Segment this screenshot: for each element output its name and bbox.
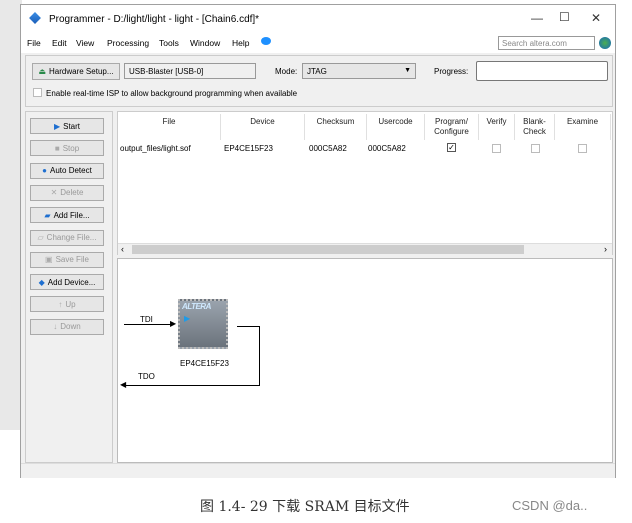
add-device-icon: ◆ bbox=[38, 277, 45, 287]
globe-icon[interactable] bbox=[599, 37, 611, 49]
isp-checkbox[interactable] bbox=[33, 88, 42, 97]
play-icon: ▶ bbox=[184, 314, 191, 323]
verify-checkbox[interactable] bbox=[492, 144, 501, 153]
status-bar bbox=[21, 463, 615, 478]
hardware-setup-button[interactable]: ⏏ Hardware Setup... bbox=[32, 63, 120, 80]
scroll-right-icon[interactable]: › bbox=[604, 244, 607, 254]
column-checksum: Checksum bbox=[305, 114, 367, 140]
up-icon: ↑ bbox=[58, 299, 63, 309]
window-title: Programmer - D:/light/light - light - [C… bbox=[49, 14, 260, 25]
background-window-strip bbox=[0, 0, 22, 430]
start-button[interactable]: ▶ Start bbox=[30, 118, 104, 134]
chevron-down-icon: ▼ bbox=[404, 67, 411, 74]
close-button[interactable]: ✕ bbox=[591, 11, 601, 25]
tdo-label: TDO bbox=[138, 372, 155, 381]
search-input[interactable]: Search altera.com bbox=[498, 36, 595, 50]
down-button[interactable]: ↓ Down bbox=[30, 318, 104, 335]
column-file: File bbox=[118, 114, 221, 140]
add-file-icon: ▰ bbox=[44, 210, 51, 220]
chain-diagram: TDI ▶ ALTERA ▶ EP4CE15F23 ◀ TDO bbox=[117, 258, 613, 463]
column-device: Device bbox=[221, 114, 305, 140]
hardware-toolbar: ⏏ Hardware Setup... USB-Blaster [USB-0] M… bbox=[25, 55, 613, 107]
cell-file: output_files/light.sof bbox=[120, 144, 191, 153]
auto-detect-button[interactable]: ● Auto Detect bbox=[30, 162, 104, 179]
isp-label: Enable real-time ISP to allow background… bbox=[46, 89, 298, 98]
figure-caption: 图 1.4- 29 下载 SRAM 目标文件 bbox=[200, 499, 410, 515]
device-table: File Device Checksum Usercode Program/ C… bbox=[117, 111, 613, 255]
stop-button[interactable]: ■ Stop bbox=[30, 140, 104, 157]
chat-icon[interactable] bbox=[261, 37, 271, 45]
altera-logo: ALTERA bbox=[182, 302, 211, 311]
column-verify: Verify bbox=[479, 114, 515, 140]
delete-icon: ✕ bbox=[50, 188, 58, 198]
column-examine: Examine bbox=[555, 114, 611, 140]
mode-select[interactable]: JTAG ▼ bbox=[302, 63, 416, 79]
menu-window[interactable]: Window bbox=[190, 38, 220, 48]
column-blank-check: Blank- Check bbox=[515, 114, 555, 140]
tdi-line bbox=[124, 324, 174, 325]
arrow-left-icon: ◀ bbox=[120, 380, 127, 389]
hardware-field: USB-Blaster [USB-0] bbox=[124, 63, 256, 79]
change-file-button[interactable]: ▱ Change File... bbox=[30, 229, 104, 246]
progress-field bbox=[476, 61, 608, 81]
maximize-button[interactable]: ☐ bbox=[559, 10, 570, 24]
up-button[interactable]: ↑ Up bbox=[30, 296, 104, 313]
save-icon: ▣ bbox=[45, 255, 53, 265]
programmer-window: Programmer - D:/light/light - light - [C… bbox=[20, 4, 616, 478]
menu-help[interactable]: Help bbox=[232, 38, 249, 48]
save-file-button[interactable]: ▣ Save File bbox=[30, 251, 104, 268]
menu-edit[interactable]: Edit bbox=[52, 38, 67, 48]
app-icon bbox=[29, 12, 41, 24]
tdi-label: TDI bbox=[140, 315, 153, 324]
device-label: EP4CE15F23 bbox=[180, 359, 229, 368]
scroll-left-icon[interactable]: ‹ bbox=[121, 244, 124, 254]
device-chip[interactable]: ALTERA ▶ bbox=[178, 299, 228, 349]
tdo-line-vertical bbox=[259, 326, 260, 385]
menu-processing[interactable]: Processing bbox=[107, 38, 149, 48]
cell-checksum: 000C5A82 bbox=[309, 144, 347, 153]
start-icon: ▶ bbox=[53, 121, 61, 131]
menu-tools[interactable]: Tools bbox=[159, 38, 179, 48]
cell-device: EP4CE15F23 bbox=[224, 144, 273, 153]
tdo-line-bottom bbox=[124, 385, 260, 386]
blank-check-checkbox[interactable] bbox=[531, 144, 540, 153]
hardware-icon: ⏏ bbox=[38, 67, 47, 76]
minimize-button[interactable]: — bbox=[531, 11, 543, 25]
down-icon: ↓ bbox=[53, 322, 58, 332]
mode-label: Mode: bbox=[275, 67, 298, 76]
delete-button[interactable]: ✕ Delete bbox=[30, 184, 104, 201]
examine-checkbox[interactable] bbox=[578, 144, 587, 153]
column-usercode: Usercode bbox=[367, 114, 425, 140]
horizontal-scrollbar[interactable]: ‹ › bbox=[118, 243, 612, 255]
title-bar: Programmer - D:/light/light - light - [C… bbox=[21, 5, 615, 33]
menu-view[interactable]: View bbox=[76, 38, 94, 48]
add-file-button[interactable]: ▰ Add File... bbox=[30, 207, 104, 224]
watermark: CSDN @da.. bbox=[512, 498, 588, 513]
binoculars-icon: ● bbox=[42, 166, 48, 176]
scrollbar-thumb[interactable] bbox=[132, 245, 524, 254]
add-device-button[interactable]: ◆ Add Device... bbox=[30, 274, 104, 291]
program-checkbox[interactable]: ✓ bbox=[447, 143, 456, 152]
arrow-right-icon: ▶ bbox=[170, 319, 177, 328]
tdo-line-top bbox=[237, 326, 259, 327]
menu-file[interactable]: File bbox=[27, 38, 41, 48]
progress-label: Progress: bbox=[434, 67, 469, 76]
column-program: Program/ Configure bbox=[425, 114, 479, 140]
cell-usercode: 000C5A82 bbox=[368, 144, 406, 153]
stop-icon: ■ bbox=[54, 143, 60, 153]
change-file-icon: ▱ bbox=[37, 233, 44, 242]
menu-bar: File Edit View Processing Tools Window H… bbox=[21, 33, 615, 53]
